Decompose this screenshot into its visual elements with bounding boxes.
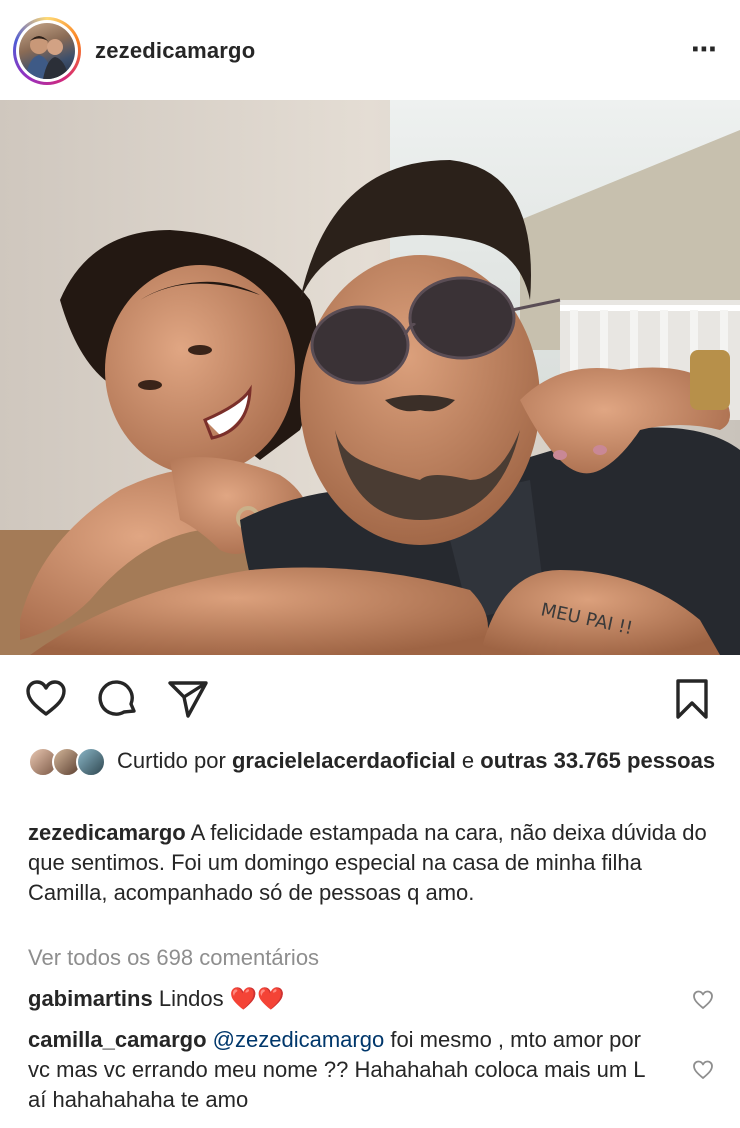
bookmark-icon[interactable] [670, 677, 714, 721]
view-all-comments-link[interactable]: Ver todos os 698 comentários [28, 945, 319, 971]
likes-text: Curtido por gracielelacerdaoficial e out… [117, 745, 718, 776]
likes-summary[interactable]: Curtido por gracielelacerdaoficial e out… [28, 745, 718, 779]
story-ring[interactable] [13, 17, 81, 85]
like-comment-icon[interactable] [692, 1059, 714, 1081]
comment-icon[interactable] [96, 677, 140, 721]
comment-item: gabimartins Lindos ❤️❤️ [28, 984, 668, 1014]
post-photo[interactable]: MEU PAI !! [0, 100, 740, 655]
likes-connector: e [461, 748, 475, 773]
caption-username[interactable]: zezedicamargo [28, 820, 186, 845]
send-icon[interactable] [166, 677, 210, 721]
comment-text: Lindos ❤️❤️ [158, 986, 285, 1011]
comment-mention[interactable]: @zezedicamargo [213, 1027, 385, 1052]
like-comment-icon[interactable] [692, 989, 714, 1011]
post-header: zezedicamargo ⋯ [0, 0, 740, 100]
liker-username[interactable]: gracielelacerdaoficial [232, 748, 456, 773]
action-bar [0, 665, 740, 729]
comment-username[interactable]: gabimartins [28, 986, 153, 1011]
heart-icon[interactable] [24, 677, 68, 721]
post-caption: zezedicamargo A felicidade estampada na … [28, 818, 718, 908]
likes-count[interactable]: outras 33.765 pessoas [480, 748, 715, 773]
avatar [76, 747, 106, 777]
comment-item: camilla_camargo @zezedicamargo foi mesmo… [28, 1025, 668, 1115]
likes-prefix: Curtido por [117, 748, 226, 773]
liker-avatars [28, 747, 108, 779]
comment-username[interactable]: camilla_camargo [28, 1027, 207, 1052]
post-username[interactable]: zezedicamargo [95, 38, 255, 64]
more-options-icon[interactable]: ⋯ [691, 36, 718, 62]
avatar[interactable] [19, 23, 75, 79]
